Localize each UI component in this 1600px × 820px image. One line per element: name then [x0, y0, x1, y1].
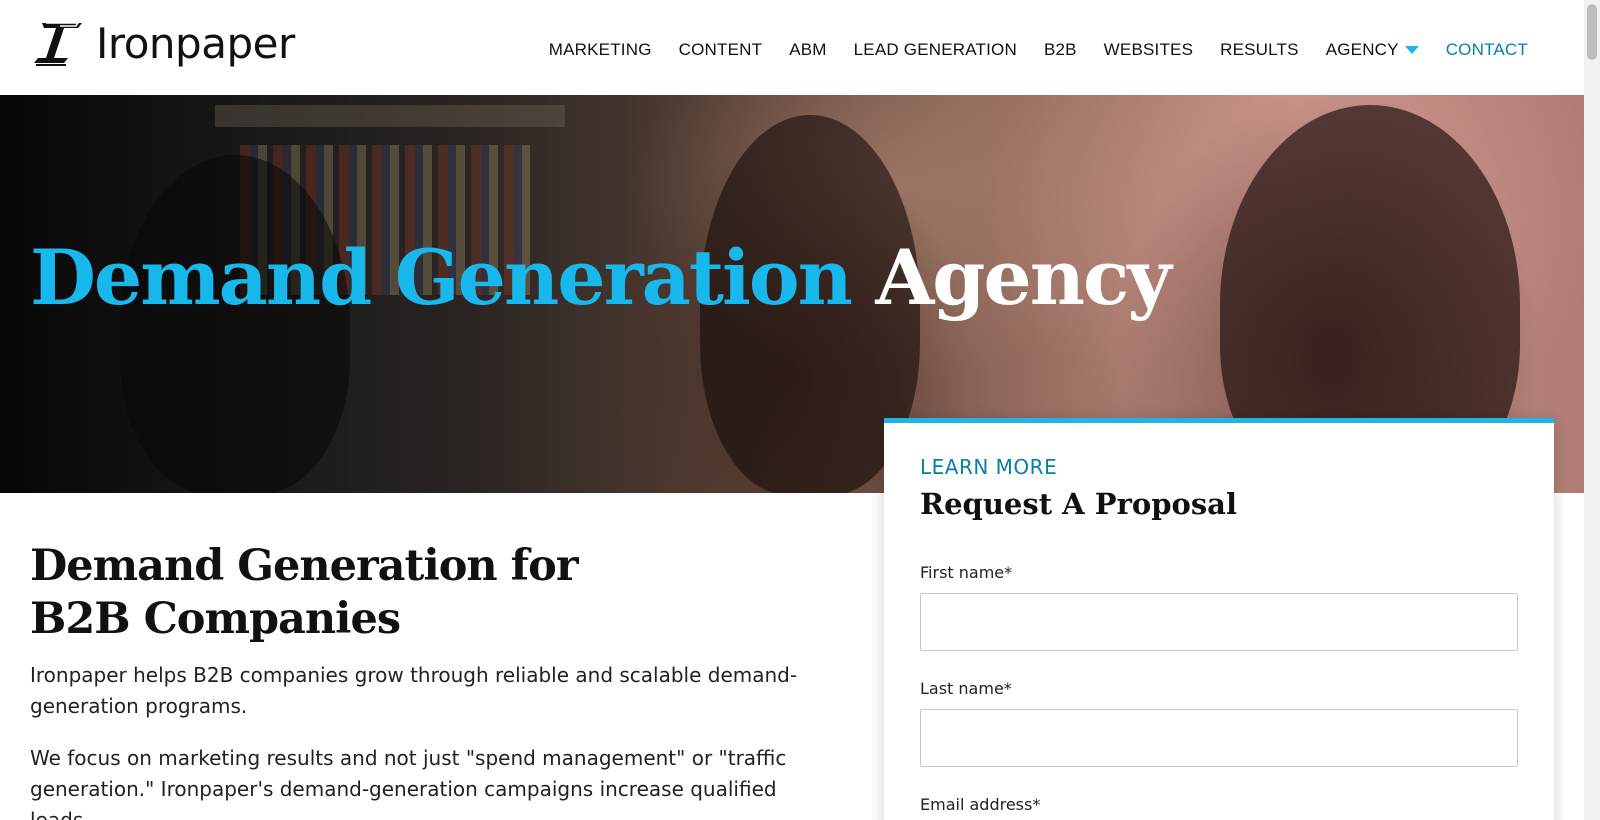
page-scrollbar[interactable] [1584, 0, 1600, 820]
first-name-label: First name* [920, 563, 1013, 582]
last-name-field[interactable] [920, 709, 1518, 767]
logo-wordmark: Ironpaper [96, 18, 295, 68]
nav-marketing[interactable]: MARKETING [549, 40, 652, 60]
hero-title-highlight: Demand Generation [30, 233, 853, 322]
section-heading: Demand Generation for B2B Companies [30, 541, 578, 644]
main-nav: MARKETING CONTENT ABM LEAD GENERATION B2… [522, 40, 1528, 60]
nav-contact[interactable]: CONTACT [1446, 40, 1528, 60]
proposal-form-card: LEARN MORE Request A Proposal First name… [884, 418, 1554, 820]
site-header: Ironpaper MARKETING CONTENT ABM LEAD GEN… [0, 0, 1584, 95]
nav-results[interactable]: RESULTS [1220, 40, 1299, 60]
ironpaper-logo-icon [34, 22, 82, 66]
hero-background-shelf [215, 105, 565, 127]
hero-background-person-left [120, 155, 350, 493]
nav-lead-generation[interactable]: LEAD GENERATION [854, 40, 1017, 60]
nav-abm[interactable]: ABM [789, 40, 826, 60]
ironpaper-logo[interactable]: Ironpaper [32, 18, 295, 68]
nav-agency-dropdown[interactable]: AGENCY [1326, 40, 1419, 60]
form-title: Request A Proposal [920, 487, 1237, 521]
scrollbar-thumb[interactable] [1587, 4, 1597, 60]
hero-title: Demand Generation Agency [30, 233, 1171, 322]
email-label: Email address* [920, 795, 1041, 814]
caret-down-icon [1404, 46, 1419, 54]
form-eyebrow: LEARN MORE [920, 455, 1058, 479]
nav-websites[interactable]: WEBSITES [1104, 40, 1193, 60]
first-name-field[interactable] [920, 593, 1518, 651]
intro-paragraph: Ironpaper helps B2B companies grow throu… [30, 663, 798, 718]
nav-agency-label: AGENCY [1325, 40, 1399, 59]
focus-paragraph: We focus on marketing results and not ju… [30, 746, 787, 820]
nav-content[interactable]: CONTENT [679, 40, 763, 60]
last-name-label: Last name* [920, 679, 1012, 698]
hero-title-rest: Agency [875, 233, 1171, 322]
nav-b2b[interactable]: B2B [1044, 40, 1077, 60]
